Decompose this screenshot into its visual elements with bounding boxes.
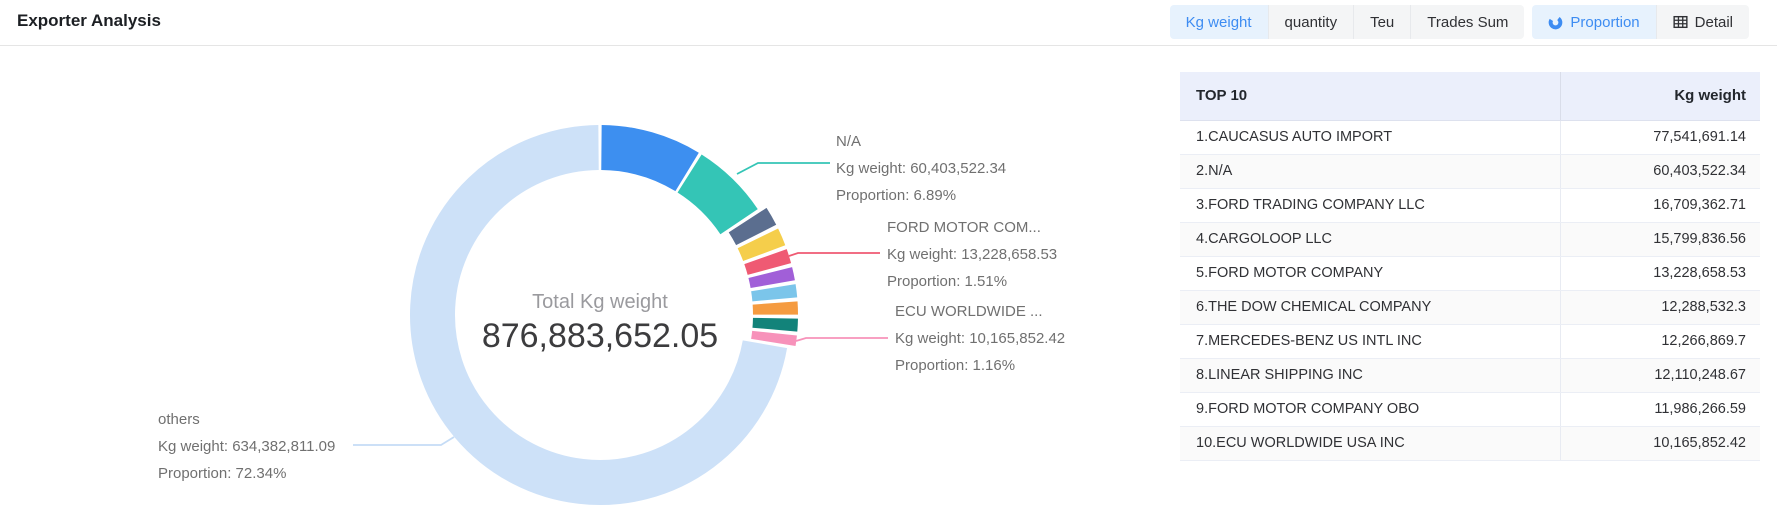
row-exporter-name: 8.LINEAR SHIPPING INC	[1180, 358, 1560, 392]
row-kg-weight-value: 60,403,522.34	[1560, 154, 1760, 188]
donut-slice-cargoloop-llc[interactable]	[758, 238, 764, 253]
tab-label: Teu	[1370, 14, 1394, 31]
top10-table: TOP 10 Kg weight 1.CAUCASUS AUTO IMPORT7…	[1180, 72, 1760, 461]
tab-teu[interactable]: Teu	[1354, 5, 1411, 39]
donut-slice-mercedes-benz-us-intl-inc[interactable]	[773, 288, 774, 300]
row-kg-weight-value: 15,799,836.56	[1560, 222, 1760, 256]
row-kg-weight-value: 10,165,852.42	[1560, 426, 1760, 460]
row-exporter-name: 2.N/A	[1180, 154, 1560, 188]
row-exporter-name: 4.CARGOLOOP LLC	[1180, 222, 1560, 256]
table-row: 4.CARGOLOOP LLC15,799,836.56	[1180, 222, 1760, 256]
tab-trades-sum[interactable]: Trades Sum	[1411, 5, 1524, 39]
donut-slice-ford-motor-company[interactable]	[766, 257, 770, 269]
donut-slice-ford-motor-company-obo[interactable]	[775, 318, 776, 329]
metric-tab-group: Kg weight quantity Teu Trades Sum	[1170, 5, 1525, 39]
row-exporter-name: 5.FORD MOTOR COMPANY	[1180, 256, 1560, 290]
table-row: 8.LINEAR SHIPPING INC12,110,248.67	[1180, 358, 1760, 392]
table-header-row: TOP 10 Kg weight	[1180, 72, 1760, 120]
donut-slice-n-a[interactable]	[690, 173, 739, 221]
row-kg-weight-value: 12,288,532.3	[1560, 290, 1760, 324]
tab-label: Detail	[1695, 14, 1733, 31]
callout-leader-line	[796, 338, 888, 341]
tab-detail[interactable]: Detail	[1657, 5, 1749, 39]
tab-label: Trades Sum	[1427, 14, 1508, 31]
donut-chart-icon	[1548, 15, 1563, 30]
page-title: Exporter Analysis	[17, 11, 161, 31]
table-icon	[1673, 15, 1688, 29]
donut-slice-the-dow-chemical-company[interactable]	[770, 273, 772, 285]
table-row: 7.MERCEDES-BENZ US INTL INC12,266,869.7	[1180, 324, 1760, 358]
row-exporter-name: 3.FORD TRADING COMPANY LLC	[1180, 188, 1560, 222]
callout-leader-line	[353, 437, 454, 445]
table-row: 5.FORD MOTOR COMPANY13,228,658.53	[1180, 256, 1760, 290]
tab-quantity[interactable]: quantity	[1269, 5, 1355, 39]
table-header-top10: TOP 10	[1180, 72, 1560, 120]
tab-label: quantity	[1285, 14, 1338, 31]
exporter-analysis-page: Exporter Analysis Kg weight quantity Teu Tr…	[0, 0, 1777, 517]
view-tab-group: Proportion Detail	[1532, 5, 1749, 39]
table-row: 1.CAUCASUS AUTO IMPORT77,541,691.14	[1180, 120, 1760, 154]
row-kg-weight-value: 11,986,266.59	[1560, 392, 1760, 426]
donut-slice-ecu-worldwide-usa-inc[interactable]	[773, 333, 774, 342]
donut-slice-caucasus-auto-import[interactable]	[601, 148, 687, 172]
table-row: 2.N/A60,403,522.34	[1180, 154, 1760, 188]
tab-kg-weight[interactable]: Kg weight	[1170, 5, 1269, 39]
donut-slice-ford-trading-company-llc[interactable]	[748, 220, 757, 235]
row-exporter-name: 9.FORD MOTOR COMPANY OBO	[1180, 392, 1560, 426]
tab-proportion[interactable]: Proportion	[1532, 5, 1656, 39]
row-exporter-name: 6.THE DOW CHEMICAL COMPANY	[1180, 290, 1560, 324]
row-kg-weight-value: 12,266,869.7	[1560, 324, 1760, 358]
tab-label: Kg weight	[1186, 14, 1252, 31]
table-header-kg-weight: Kg weight	[1560, 72, 1760, 120]
donut-chart-svg	[0, 46, 1160, 517]
row-kg-weight-value: 12,110,248.67	[1560, 358, 1760, 392]
row-kg-weight-value: 77,541,691.14	[1560, 120, 1760, 154]
callout-leader-line	[737, 163, 830, 174]
table-row: 3.FORD TRADING COMPANY LLC16,709,362.71	[1180, 188, 1760, 222]
row-exporter-name: 1.CAUCASUS AUTO IMPORT	[1180, 120, 1560, 154]
toolbar-tabs: Kg weight quantity Teu Trades Sum Proportio…	[1170, 5, 1749, 39]
row-exporter-name: 7.MERCEDES-BENZ US INTL INC	[1180, 324, 1560, 358]
row-exporter-name: 10.ECU WORLDWIDE USA INC	[1180, 426, 1560, 460]
row-kg-weight-value: 16,709,362.71	[1560, 188, 1760, 222]
row-kg-weight-value: 13,228,658.53	[1560, 256, 1760, 290]
table-row: 10.ECU WORLDWIDE USA INC10,165,852.42	[1180, 426, 1760, 460]
table-row: 9.FORD MOTOR COMPANY OBO11,986,266.59	[1180, 392, 1760, 426]
donut-chart: Total Kg weight 876,883,652.05 N/AKg wei…	[0, 46, 1160, 517]
top10-table-panel: TOP 10 Kg weight 1.CAUCASUS AUTO IMPORT7…	[1180, 72, 1760, 461]
table-row: 6.THE DOW CHEMICAL COMPANY12,288,532.3	[1180, 290, 1760, 324]
callout-leader-line	[789, 253, 880, 256]
tab-label: Proportion	[1570, 14, 1639, 31]
